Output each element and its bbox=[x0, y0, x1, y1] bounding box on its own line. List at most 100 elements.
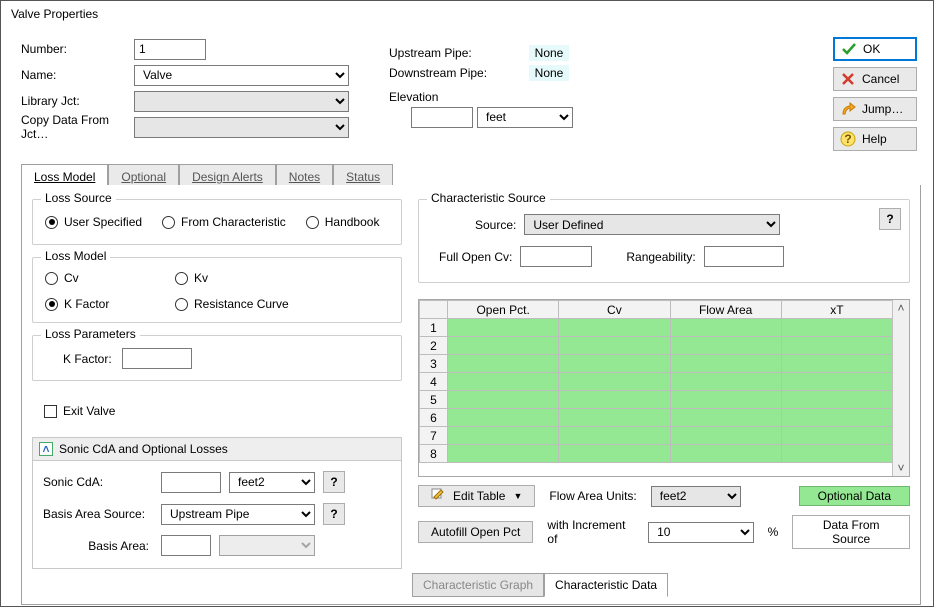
sonic-cda-help-button[interactable]: ? bbox=[323, 471, 345, 493]
table-row: 4 bbox=[420, 373, 893, 391]
flow-area-units-label: Flow Area Units: bbox=[549, 489, 636, 503]
kfactor-input[interactable] bbox=[122, 348, 192, 369]
rangeability-input[interactable] bbox=[704, 246, 784, 267]
radio-user-specified[interactable]: User Specified bbox=[45, 212, 142, 232]
pipe-block: Upstream Pipe: Downstream Pipe: Elevatio… bbox=[389, 43, 649, 127]
action-buttons: OK Cancel Jump… ? Help bbox=[833, 37, 917, 151]
cancel-label: Cancel bbox=[862, 72, 899, 86]
kfactor-label: K Factor: bbox=[63, 352, 112, 366]
copy-label: Copy Data From Jct… bbox=[21, 113, 134, 141]
library-select[interactable] bbox=[134, 91, 349, 112]
edit-table-button[interactable]: Edit Table ▼ bbox=[418, 485, 535, 507]
copy-select[interactable] bbox=[134, 117, 349, 138]
jump-icon bbox=[840, 101, 856, 117]
content-area: OK Cancel Jump… ? Help Number: Name: bbox=[11, 31, 923, 596]
loss-source-group: Loss Source User Specified From Characte… bbox=[32, 199, 402, 245]
elevation-input[interactable] bbox=[411, 107, 473, 128]
ok-button[interactable]: OK bbox=[833, 37, 917, 61]
downstream-pipe-value bbox=[529, 65, 569, 81]
elevation-unit-select[interactable]: feet bbox=[477, 107, 573, 128]
help-label: Help bbox=[862, 132, 887, 146]
radio-resistance[interactable]: Resistance Curve bbox=[175, 294, 355, 314]
percent-label: % bbox=[768, 525, 779, 539]
radio-from-characteristic[interactable]: From Characteristic bbox=[162, 212, 286, 232]
number-input[interactable] bbox=[134, 39, 206, 60]
basis-source-help-button[interactable]: ? bbox=[323, 503, 345, 525]
sonic-title: Sonic CdA and Optional Losses bbox=[59, 442, 228, 456]
basis-area-unit-select bbox=[219, 535, 315, 556]
name-select[interactable]: Valve bbox=[134, 65, 349, 86]
table-scrollbar[interactable]: ˄ ˅ bbox=[892, 300, 909, 476]
rangeability-label: Rangeability: bbox=[626, 250, 695, 264]
check-icon bbox=[841, 41, 857, 57]
valve-properties-window: Valve Properties OK Cancel Jump… ? Help bbox=[0, 0, 934, 607]
sonic-section: ˄ Sonic CdA and Optional Losses Sonic Cd… bbox=[32, 437, 402, 569]
fullopen-label: Full Open Cv: bbox=[439, 250, 512, 264]
characteristic-table[interactable]: Open Pct. Cv Flow Area xT 1 2 3 4 5 6 7 … bbox=[419, 300, 893, 463]
subtab-characteristic-data[interactable]: Characteristic Data bbox=[544, 573, 668, 597]
exit-valve-checkbox[interactable]: Exit Valve bbox=[44, 401, 115, 421]
elevation-label: Elevation bbox=[389, 90, 438, 104]
ok-label: OK bbox=[863, 42, 880, 56]
increment-select[interactable]: 10 bbox=[648, 522, 754, 543]
cancel-button[interactable]: Cancel bbox=[833, 67, 917, 91]
charsrc-title: Characteristic Source bbox=[427, 191, 550, 205]
sonic-cda-unit-select[interactable]: feet2 bbox=[229, 472, 315, 493]
number-label: Number: bbox=[21, 42, 134, 56]
downstream-pipe-label: Downstream Pipe: bbox=[389, 66, 529, 80]
basis-source-label: Basis Area Source: bbox=[43, 507, 153, 521]
jump-button[interactable]: Jump… bbox=[833, 97, 917, 121]
radio-handbook[interactable]: Handbook bbox=[306, 212, 380, 232]
loss-model-group: Loss Model Cv Kv K Factor Resistance Cur… bbox=[32, 257, 402, 323]
loss-parameters-title: Loss Parameters bbox=[41, 327, 140, 341]
source-select[interactable]: User Defined bbox=[524, 214, 780, 235]
scroll-up-icon[interactable]: ˄ bbox=[894, 300, 909, 316]
col-cv: Cv bbox=[559, 301, 670, 319]
table-row: 5 bbox=[420, 391, 893, 409]
source-label: Source: bbox=[475, 218, 516, 232]
col-xt: xT bbox=[781, 301, 892, 319]
jump-label: Jump… bbox=[862, 102, 903, 116]
fullopen-input[interactable] bbox=[520, 246, 592, 267]
collapse-up-icon: ˄ bbox=[39, 442, 53, 456]
subtab-characteristic-graph[interactable]: Characteristic Graph bbox=[412, 573, 544, 597]
table-row: 3 bbox=[420, 355, 893, 373]
dropdown-arrow-icon: ▼ bbox=[513, 491, 522, 501]
characteristic-source-group: Characteristic Source ? Source: User Def… bbox=[418, 199, 910, 283]
radio-kv[interactable]: Kv bbox=[175, 268, 355, 288]
loss-parameters-group: Loss Parameters K Factor: bbox=[32, 335, 402, 381]
table-row: 7 bbox=[420, 427, 893, 445]
radio-cv[interactable]: Cv bbox=[45, 268, 175, 288]
table-row: 2 bbox=[420, 337, 893, 355]
basis-area-input bbox=[161, 535, 211, 556]
window-title: Valve Properties bbox=[1, 1, 933, 27]
col-open-pct: Open Pct. bbox=[448, 301, 559, 319]
sonic-body: Sonic CdA: feet2 ? Basis Area Source: Up… bbox=[32, 461, 402, 569]
autofill-open-pct-button[interactable]: Autofill Open Pct bbox=[418, 521, 533, 543]
scroll-down-icon[interactable]: ˅ bbox=[894, 460, 909, 476]
loss-source-title: Loss Source bbox=[41, 191, 116, 205]
col-flow-area: Flow Area bbox=[670, 301, 781, 319]
svg-text:?: ? bbox=[844, 132, 851, 146]
flow-area-units-select[interactable]: feet2 bbox=[651, 486, 741, 507]
upstream-pipe-label: Upstream Pipe: bbox=[389, 46, 529, 60]
characteristic-subtabs: Characteristic Graph Characteristic Data bbox=[412, 573, 668, 597]
table-controls: Edit Table ▼ Flow Area Units: feet2 Opti… bbox=[418, 485, 910, 549]
upstream-pipe-value bbox=[529, 45, 569, 61]
edit-icon bbox=[431, 488, 445, 505]
data-from-source-button[interactable]: Data From Source bbox=[792, 515, 910, 549]
table-row: 6 bbox=[420, 409, 893, 427]
radio-kfactor[interactable]: K Factor bbox=[45, 294, 175, 314]
tab-panel-loss-model: Loss Source User Specified From Characte… bbox=[21, 185, 921, 605]
sonic-toggle-header[interactable]: ˄ Sonic CdA and Optional Losses bbox=[32, 437, 402, 461]
basis-area-label: Basis Area: bbox=[43, 539, 153, 553]
help-button[interactable]: ? Help bbox=[833, 127, 917, 151]
loss-model-title: Loss Model bbox=[41, 249, 110, 263]
characteristic-table-wrap: Open Pct. Cv Flow Area xT 1 2 3 4 5 6 7 … bbox=[418, 299, 910, 477]
optional-data-button[interactable]: Optional Data bbox=[799, 486, 910, 506]
sonic-cda-input[interactable] bbox=[161, 472, 221, 493]
basis-source-select[interactable]: Upstream Pipe bbox=[161, 504, 315, 525]
increment-label: with Increment of bbox=[547, 518, 634, 546]
charsrc-help-button[interactable]: ? bbox=[879, 208, 901, 230]
upper-form: Number: Name: Valve Library Jct: Copy Da… bbox=[21, 37, 821, 147]
